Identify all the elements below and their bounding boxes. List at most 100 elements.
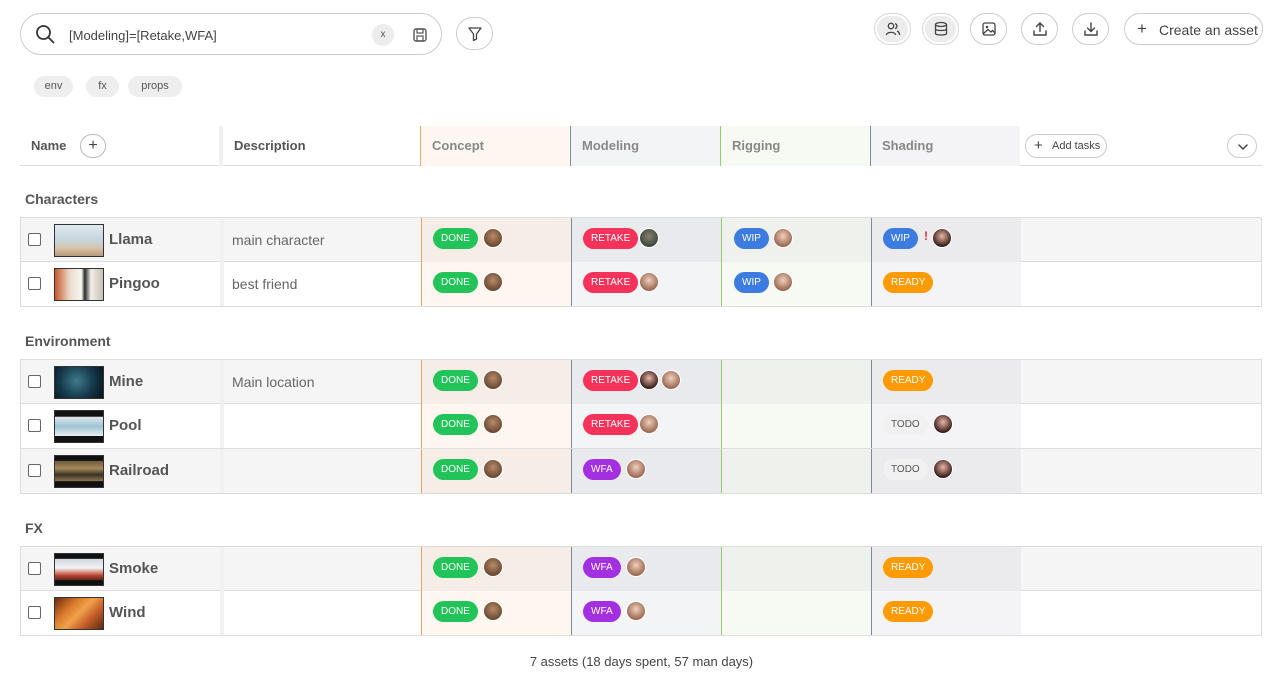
row-checkbox[interactable]	[28, 562, 41, 575]
concept-cell[interactable]: DONE	[421, 218, 571, 262]
status-badge[interactable]: WIP	[883, 228, 918, 249]
concept-cell[interactable]: DONE	[421, 360, 571, 404]
add-tasks-button[interactable]: + Add tasks	[1025, 134, 1107, 158]
asset-thumbnail[interactable]	[54, 366, 104, 399]
chip-fx[interactable]: fx	[86, 76, 119, 97]
modeling-cell[interactable]: RETAKE	[571, 404, 721, 448]
concept-cell[interactable]: DONE	[421, 591, 571, 635]
status-badge[interactable]: DONE	[433, 414, 478, 435]
column-header-description[interactable]: Description	[219, 126, 420, 166]
status-badge[interactable]: RETAKE	[583, 272, 639, 293]
shading-cell[interactable]: READY	[871, 591, 1021, 635]
status-badge[interactable]: READY	[883, 272, 934, 293]
asset-thumbnail[interactable]	[54, 224, 104, 257]
rigging-cell[interactable]	[721, 547, 871, 591]
shading-cell[interactable]: READY	[871, 262, 1021, 306]
upload-button[interactable]	[1021, 13, 1058, 45]
description-cell[interactable]	[220, 591, 421, 635]
column-header-shading[interactable]: Shading	[870, 126, 1020, 166]
shading-cell[interactable]: WIP !	[871, 218, 1021, 262]
modeling-cell[interactable]: WFA	[571, 547, 721, 591]
people-button[interactable]	[874, 13, 911, 45]
status-badge[interactable]: TODO	[883, 459, 928, 480]
status-badge[interactable]: WFA	[583, 557, 621, 578]
clear-search-button[interactable]: x	[372, 24, 394, 46]
asset-name[interactable]: Mine	[109, 373, 143, 390]
asset-name[interactable]: Smoke	[109, 560, 158, 577]
asset-name[interactable]: Pool	[109, 417, 142, 434]
database-button[interactable]	[922, 13, 959, 45]
status-badge[interactable]: WFA	[583, 601, 621, 622]
status-badge[interactable]: READY	[883, 370, 934, 391]
row-checkbox[interactable]	[28, 375, 41, 388]
row-checkbox[interactable]	[28, 419, 41, 432]
description-cell[interactable]: Main location	[220, 360, 421, 404]
asset-name[interactable]: Wind	[109, 604, 146, 621]
status-badge[interactable]: READY	[883, 601, 934, 622]
row-checkbox[interactable]	[28, 233, 41, 246]
column-header-modeling[interactable]: Modeling	[570, 126, 720, 166]
asset-thumbnail[interactable]	[54, 268, 104, 301]
status-badge[interactable]: DONE	[433, 272, 478, 293]
row-checkbox[interactable]	[28, 277, 41, 290]
collapse-button[interactable]	[1227, 134, 1257, 158]
asset-thumbnail[interactable]	[54, 553, 104, 586]
status-badge[interactable]: RETAKE	[583, 228, 639, 249]
status-badge[interactable]: DONE	[433, 370, 478, 391]
concept-cell[interactable]: DONE	[421, 547, 571, 591]
asset-thumbnail[interactable]	[54, 597, 104, 630]
description-cell[interactable]: best friend	[220, 262, 421, 306]
filter-button[interactable]	[456, 17, 493, 50]
table-row[interactable]: Mine Main location DONE RETAKE READY	[20, 359, 1262, 404]
table-row[interactable]: Pool DONE RETAKE TODO	[20, 404, 1262, 449]
concept-cell[interactable]: DONE	[421, 262, 571, 306]
chip-props[interactable]: props	[128, 76, 182, 97]
modeling-cell[interactable]: RETAKE	[571, 262, 721, 306]
status-badge[interactable]: READY	[883, 557, 934, 578]
create-asset-button[interactable]: + Create an asset	[1124, 13, 1263, 45]
status-badge[interactable]: RETAKE	[583, 414, 639, 435]
asset-name[interactable]: Railroad	[109, 462, 169, 479]
status-badge[interactable]: DONE	[433, 459, 478, 480]
shading-cell[interactable]: READY	[871, 360, 1021, 404]
description-cell[interactable]	[220, 449, 421, 493]
status-badge[interactable]: WFA	[583, 459, 621, 480]
table-row[interactable]: Railroad DONE WFA TODO	[20, 449, 1262, 494]
rigging-cell[interactable]: WIP	[721, 218, 871, 262]
row-checkbox[interactable]	[28, 606, 41, 619]
column-header-concept[interactable]: Concept	[420, 126, 570, 166]
rigging-cell[interactable]	[721, 404, 871, 448]
column-header-name[interactable]: Name +	[20, 126, 219, 166]
table-row[interactable]: Llama main character DONE RETAKE WIP WIP…	[20, 217, 1262, 262]
rigging-cell[interactable]	[721, 449, 871, 493]
modeling-cell[interactable]: RETAKE	[571, 218, 721, 262]
rigging-cell[interactable]	[721, 360, 871, 404]
download-button[interactable]	[1072, 13, 1109, 45]
status-badge[interactable]: DONE	[433, 557, 478, 578]
description-cell[interactable]	[220, 404, 421, 448]
rigging-cell[interactable]: WIP	[721, 262, 871, 306]
shading-cell[interactable]: TODO	[871, 449, 1021, 493]
column-header-rigging[interactable]: Rigging	[720, 126, 870, 166]
description-cell[interactable]: main character	[220, 218, 421, 262]
status-badge[interactable]: TODO	[883, 414, 928, 435]
modeling-cell[interactable]: RETAKE	[571, 360, 721, 404]
concept-cell[interactable]: DONE	[421, 404, 571, 448]
search-input[interactable]	[69, 24, 359, 46]
chip-env[interactable]: env	[34, 76, 73, 97]
modeling-cell[interactable]: WFA	[571, 591, 721, 635]
status-badge[interactable]: WIP	[734, 272, 769, 293]
asset-thumbnail[interactable]	[54, 455, 104, 488]
status-badge[interactable]: RETAKE	[583, 370, 639, 391]
asset-name[interactable]: Pingoo	[109, 275, 160, 292]
concept-cell[interactable]: DONE	[421, 449, 571, 493]
asset-name[interactable]: Llama	[109, 231, 152, 248]
status-badge[interactable]: DONE	[433, 601, 478, 622]
asset-thumbnail[interactable]	[54, 410, 104, 443]
status-badge[interactable]: DONE	[433, 228, 478, 249]
description-cell[interactable]	[220, 547, 421, 591]
table-row[interactable]: Pingoo best friend DONE RETAKE WIP READY	[20, 262, 1262, 307]
modeling-cell[interactable]: WFA	[571, 449, 721, 493]
row-checkbox[interactable]	[28, 464, 41, 477]
table-row[interactable]: Wind DONE WFA READY	[20, 591, 1262, 636]
